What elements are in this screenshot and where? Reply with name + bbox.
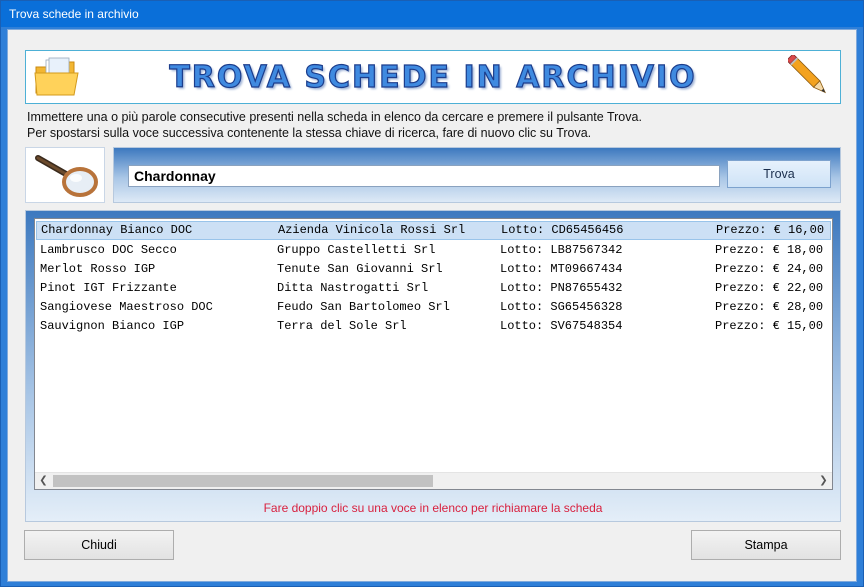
list-item[interactable]: Sangiovese Maestroso DOC Feudo San Barto…	[36, 298, 831, 317]
item-price: Prezzo: € 16,00	[716, 223, 825, 237]
instruction-line-2: Per spostarsi sulla voce successiva cont…	[27, 126, 592, 140]
item-name: Pinot IGT Frizzante	[40, 281, 177, 295]
scrollbar-thumb[interactable]	[53, 475, 433, 487]
banner-title: TROVA SCHEDE IN ARCHIVIO	[169, 59, 697, 95]
item-company: Tenute San Giovanni Srl	[277, 262, 443, 276]
magnifier-icon	[35, 155, 98, 197]
item-lot: Lotto: CD65456456	[501, 223, 624, 237]
window-title: Trova schede in archivio	[1, 1, 863, 27]
item-company: Feudo San Bartolomeo Srl	[277, 300, 450, 314]
item-price: Prezzo: € 24,00	[715, 262, 824, 276]
search-input[interactable]: Chardonnay	[128, 165, 720, 187]
instruction-line-1: Immettere una o più parole consecutive p…	[27, 110, 642, 124]
item-name: Chardonnay Bianco DOC	[41, 223, 193, 237]
item-price: Prezzo: € 15,00	[715, 319, 824, 333]
hint-text: Fare doppio clic su una voce in elenco p…	[263, 501, 603, 515]
item-lot: Lotto: LB87567342	[500, 243, 623, 257]
item-price: Prezzo: € 22,00	[715, 281, 824, 295]
chevron-left-icon[interactable]: ❮	[35, 473, 52, 489]
item-company: Azienda Vinicola Rossi Srl	[278, 223, 466, 237]
item-lot: Lotto: SV67548354	[500, 319, 623, 333]
results-panel: Chardonnay Bianco DOC Azienda Vinicola R…	[25, 210, 841, 522]
find-button[interactable]: Trova	[727, 160, 831, 188]
dialog-body: TROVA SCHEDE IN ARCHIVIO Immettere una o…	[7, 29, 857, 582]
header-banner: TROVA SCHEDE IN ARCHIVIO	[25, 50, 841, 104]
list-item[interactable]: Chardonnay Bianco DOC Azienda Vinicola R…	[36, 221, 831, 240]
app-window: Trova schede in archivio TROVA SCHEDE IN…	[0, 0, 864, 587]
item-name: Merlot Rosso IGP	[40, 262, 156, 276]
item-company: Ditta Nastrogatti Srl	[277, 281, 429, 295]
chevron-right-icon[interactable]: ❯	[815, 473, 832, 489]
item-name: Sangiovese Maestroso DOC	[40, 300, 213, 314]
horizontal-scrollbar[interactable]: ❮ ❯	[35, 472, 832, 489]
item-name: Lambrusco DOC Secco	[40, 243, 177, 257]
search-icon-box	[25, 147, 105, 203]
item-lot: Lotto: PN87655432	[500, 281, 623, 295]
results-list[interactable]: Chardonnay Bianco DOC Azienda Vinicola R…	[34, 218, 833, 490]
item-company: Gruppo Castelletti Srl	[277, 243, 436, 257]
item-name: Sauvignon Bianco IGP	[40, 319, 185, 333]
list-item[interactable]: Pinot IGT Frizzante Ditta Nastrogatti Sr…	[36, 279, 831, 298]
item-price: Prezzo: € 18,00	[715, 243, 824, 257]
list-item[interactable]: Lambrusco DOC Secco Gruppo Castelletti S…	[36, 241, 831, 260]
item-price: Prezzo: € 28,00	[715, 300, 824, 314]
print-button[interactable]: Stampa	[691, 530, 841, 560]
search-panel: Chardonnay Trova	[113, 147, 841, 203]
list-item[interactable]: Merlot Rosso IGP Tenute San Giovanni Srl…	[36, 260, 831, 279]
item-lot: Lotto: SG65456328	[500, 300, 623, 314]
close-button[interactable]: Chiudi	[24, 530, 174, 560]
list-item[interactable]: Sauvignon Bianco IGP Terra del Sole Srl …	[36, 317, 831, 336]
item-lot: Lotto: MT09667434	[500, 262, 623, 276]
pencil-icon	[788, 55, 827, 94]
item-company: Terra del Sole Srl	[277, 319, 407, 333]
